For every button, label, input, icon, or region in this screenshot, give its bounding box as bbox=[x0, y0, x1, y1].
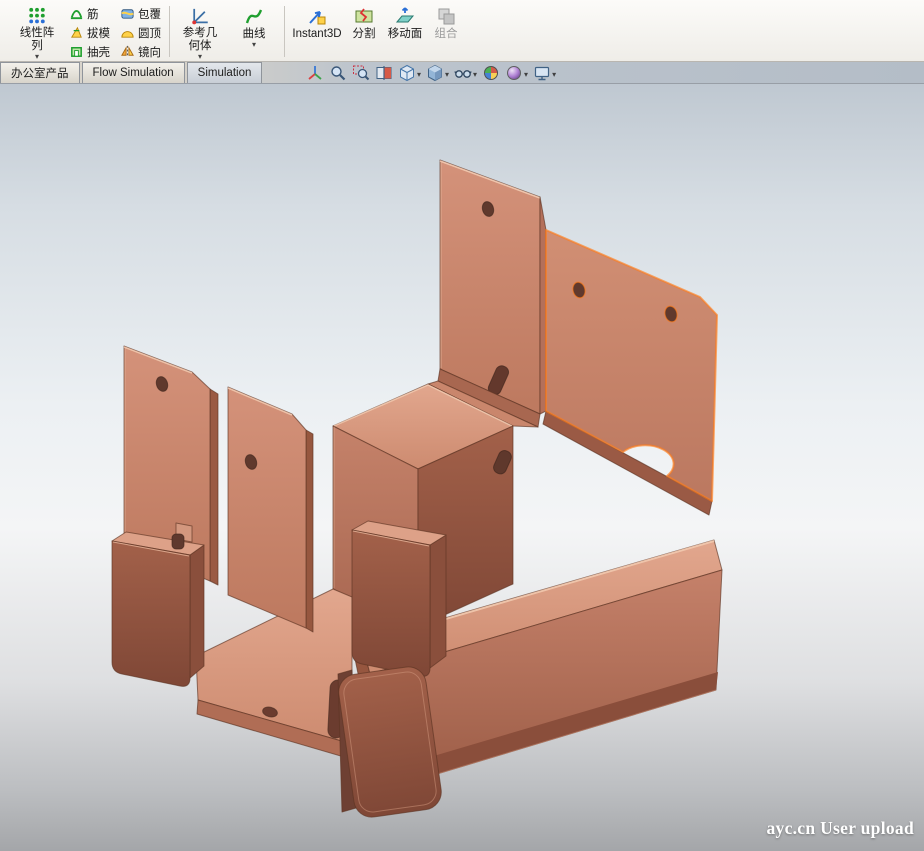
combine-button: 组合 bbox=[428, 2, 464, 61]
dropdown-caret-icon[interactable] bbox=[198, 53, 202, 61]
slot bbox=[172, 534, 184, 549]
graphics-area[interactable]: ayc.cn User upload bbox=[0, 84, 924, 851]
reference-geometry-button[interactable]: 参考几 何体 bbox=[173, 2, 227, 61]
instant3d-icon bbox=[306, 5, 328, 27]
command-manager-tabbar: 办公室产品 Flow Simulation Simulation bbox=[0, 62, 924, 84]
curves-button[interactable]: 曲线 bbox=[227, 2, 281, 61]
solidworks-window: 线性阵 列 筋 拔模 bbox=[0, 0, 924, 851]
left-base-box[interactable] bbox=[112, 523, 204, 686]
instant3d-button[interactable]: Instant3D bbox=[288, 2, 346, 61]
left-flange-rear[interactable] bbox=[228, 387, 313, 632]
dropdown-caret-icon[interactable] bbox=[252, 41, 256, 49]
heads-up-view-toolbar bbox=[306, 63, 556, 83]
dropdown-caret-icon[interactable] bbox=[35, 53, 39, 61]
apply-scene-icon[interactable] bbox=[505, 64, 528, 82]
feature-small-buttons-col2: 包覆 圆顶 镜向 bbox=[115, 2, 166, 61]
edit-appearance-icon[interactable] bbox=[482, 64, 500, 82]
feature-small-buttons-col1: 筋 拔模 抽壳 bbox=[64, 2, 115, 61]
dropdown-caret-icon[interactable] bbox=[472, 64, 477, 82]
rib-button[interactable]: 筋 bbox=[64, 4, 115, 23]
command-manager-toolbar: 线性阵 列 筋 拔模 bbox=[0, 0, 924, 62]
rib-icon bbox=[69, 6, 84, 21]
dome-button[interactable]: 圆顶 bbox=[115, 23, 166, 42]
dropdown-caret-icon[interactable] bbox=[416, 64, 421, 82]
tab-flow-simulation[interactable]: Flow Simulation bbox=[82, 62, 185, 83]
watermark-text: ayc.cn User upload bbox=[766, 818, 914, 839]
curves-icon bbox=[243, 5, 265, 27]
mirror-icon bbox=[120, 44, 135, 59]
dropdown-caret-icon[interactable] bbox=[551, 64, 556, 82]
mirror-button[interactable]: 镜向 bbox=[115, 42, 166, 61]
section-view-icon[interactable] bbox=[375, 64, 393, 82]
linear-pattern-button[interactable]: 线性阵 列 bbox=[10, 2, 64, 61]
dome-icon bbox=[120, 25, 135, 40]
orientation-triad-icon[interactable] bbox=[306, 64, 324, 82]
zoom-area-icon[interactable] bbox=[352, 64, 370, 82]
move-face-icon bbox=[394, 5, 416, 27]
combine-icon bbox=[435, 5, 457, 27]
shell-icon bbox=[69, 44, 84, 59]
shell-button[interactable]: 抽壳 bbox=[64, 42, 115, 61]
wrap-button[interactable]: 包覆 bbox=[115, 4, 166, 23]
draft-button[interactable]: 拔模 bbox=[64, 23, 115, 42]
front-upper-box[interactable] bbox=[352, 521, 446, 676]
zoom-fit-icon[interactable] bbox=[329, 64, 347, 82]
dropdown-caret-icon[interactable] bbox=[444, 64, 449, 82]
hide-show-items-icon[interactable] bbox=[454, 64, 477, 82]
split-button[interactable]: 分割 bbox=[346, 2, 382, 61]
toolbar-separator bbox=[284, 6, 285, 57]
dropdown-caret-icon[interactable] bbox=[523, 64, 528, 82]
reference-geometry-icon bbox=[189, 5, 211, 26]
selected-face[interactable] bbox=[543, 230, 717, 515]
linear-pattern-icon bbox=[26, 5, 48, 26]
draft-icon bbox=[69, 25, 84, 40]
display-style-icon[interactable] bbox=[426, 64, 449, 82]
move-face-button[interactable]: 移动面 bbox=[382, 2, 428, 61]
view-settings-icon[interactable] bbox=[533, 64, 556, 82]
tab-office-products[interactable]: 办公室产品 bbox=[0, 62, 80, 83]
tab-simulation[interactable]: Simulation bbox=[187, 62, 263, 83]
toolbar-separator bbox=[169, 6, 170, 57]
sheet-metal-part-3d-view bbox=[0, 84, 924, 851]
linear-pattern-label: 线性阵 bbox=[20, 27, 55, 40]
split-icon bbox=[353, 5, 375, 27]
view-orientation-icon[interactable] bbox=[398, 64, 421, 82]
wrap-icon bbox=[120, 6, 135, 21]
